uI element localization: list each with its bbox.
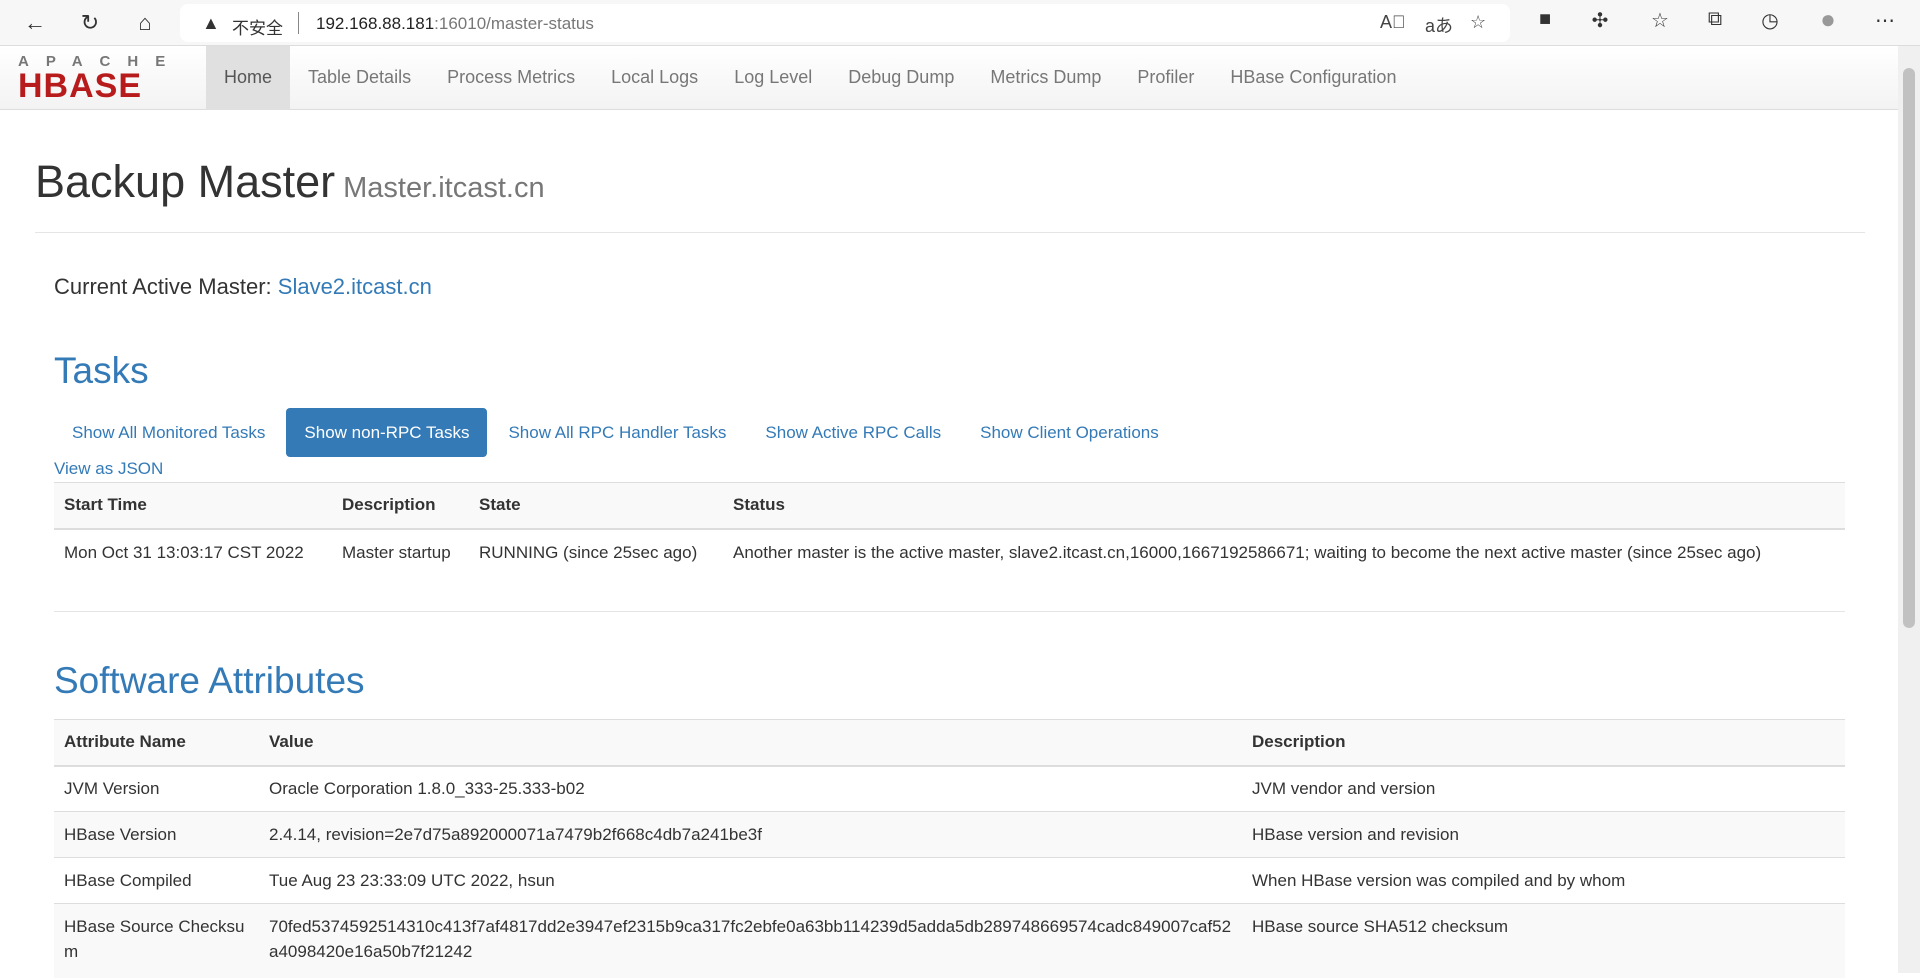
divider: [35, 232, 1865, 233]
cell: JVM vendor and version: [1242, 766, 1845, 812]
divider: [54, 611, 1845, 612]
scrollbar[interactable]: [1898, 46, 1920, 973]
tab-non-rpc-tasks[interactable]: Show non-RPC Tasks: [286, 408, 487, 457]
tab-client-operations[interactable]: Show Client Operations: [962, 408, 1177, 457]
software-attributes-heading: Software Attributes: [54, 660, 365, 702]
home-icon[interactable]: ⌂: [130, 8, 160, 38]
nav-local-logs[interactable]: Local Logs: [593, 46, 716, 110]
cell: JVM Version: [54, 766, 259, 812]
nav-menu: Home Table Details Process Metrics Local…: [206, 46, 1414, 110]
tab-active-rpc-calls[interactable]: Show Active RPC Calls: [747, 408, 959, 457]
nav-metrics-dump[interactable]: Metrics Dump: [972, 46, 1119, 110]
more-icon[interactable]: ⋯: [1870, 8, 1900, 33]
cell: 2.4.14, revision=2e7d75a892000071a7479b2…: [259, 812, 1242, 858]
extension-icon[interactable]: ■: [1530, 8, 1560, 31]
translate-icon[interactable]: aあ: [1425, 12, 1453, 38]
cell: Master startup: [332, 529, 469, 575]
hbase-logo[interactable]: APACHE HBASE: [18, 54, 188, 102]
table-row: Mon Oct 31 13:03:17 CST 2022Master start…: [54, 529, 1845, 575]
scrollbar-thumb[interactable]: [1903, 68, 1915, 628]
tab-rpc-handler-tasks[interactable]: Show All RPC Handler Tasks: [490, 408, 744, 457]
cell: Oracle Corporation 1.8.0_333-25.333-b02: [259, 766, 1242, 812]
view-as-json-link[interactable]: View as JSON: [54, 459, 163, 479]
tasks-heading: Tasks: [54, 350, 149, 392]
cell: Another master is the active master, sla…: [723, 529, 1845, 575]
avatar[interactable]: ●: [1813, 4, 1843, 35]
navbar: APACHE HBASE Home Table Details Process …: [0, 46, 1898, 110]
table-row: HBase Version2.4.14, revision=2e7d75a892…: [54, 812, 1845, 858]
table-row: JVM VersionOracle Corporation 1.8.0_333-…: [54, 766, 1845, 812]
browser-toolbar: ← ↻ ⌂ ▲ 不安全 192.168.88.181:16010/master-…: [0, 0, 1920, 46]
page-title: Backup MasterMaster.itcast.cn: [35, 156, 545, 208]
table-row: HBase Source Checksum70fed5374592514310c…: [54, 904, 1845, 978]
active-master: Current Active Master: Slave2.itcast.cn: [54, 274, 432, 300]
nav-process-metrics[interactable]: Process Metrics: [429, 46, 593, 110]
column-header: Description: [332, 483, 469, 529]
column-header: Description: [1242, 720, 1845, 766]
cell: Tue Aug 23 23:33:09 UTC 2022, hsun: [259, 858, 1242, 904]
nav-profiler[interactable]: Profiler: [1119, 46, 1212, 110]
nav-home[interactable]: Home: [206, 46, 290, 110]
tasks-table: Start TimeDescriptionStateStatus Mon Oct…: [54, 482, 1845, 575]
collections-icon[interactable]: ⧉: [1700, 8, 1730, 31]
cell: HBase Version: [54, 812, 259, 858]
favorite-add-icon[interactable]: ☆: [1470, 12, 1486, 33]
insecure-label: 不安全: [232, 14, 283, 39]
software-attributes-table: Attribute NameValueDescription JVM Versi…: [54, 719, 1845, 978]
column-header: Status: [723, 483, 1845, 529]
favorites-icon[interactable]: ☆: [1645, 8, 1675, 33]
column-header: Value: [259, 720, 1242, 766]
column-header: State: [469, 483, 723, 529]
back-icon[interactable]: ←: [20, 8, 50, 38]
cell: HBase Source Checksum: [54, 904, 259, 978]
url-text: 192.168.88.181:16010/master-status: [316, 14, 594, 34]
nav-log-level[interactable]: Log Level: [716, 46, 830, 110]
warning-icon: ▲: [202, 13, 220, 34]
task-tabs: Show All Monitored Tasks Show non-RPC Ta…: [54, 408, 1180, 457]
tab-all-monitored-tasks[interactable]: Show All Monitored Tasks: [54, 408, 283, 457]
cell: RUNNING (since 25sec ago): [469, 529, 723, 575]
nav-debug-dump[interactable]: Debug Dump: [830, 46, 972, 110]
table-row: HBase CompiledTue Aug 23 23:33:09 UTC 20…: [54, 858, 1845, 904]
column-header: Start Time: [54, 483, 332, 529]
active-master-link[interactable]: Slave2.itcast.cn: [278, 274, 432, 299]
divider: [298, 12, 299, 34]
reload-icon[interactable]: ↻: [75, 8, 105, 38]
history-icon[interactable]: ◷: [1755, 8, 1785, 33]
cell: HBase version and revision: [1242, 812, 1845, 858]
cell: Mon Oct 31 13:03:17 CST 2022: [54, 529, 332, 575]
page-subtitle: Master.itcast.cn: [343, 172, 544, 204]
extensions-icon[interactable]: ✣: [1585, 8, 1615, 33]
column-header: Attribute Name: [54, 720, 259, 766]
address-bar[interactable]: ▲ 不安全 192.168.88.181:16010/master-status…: [180, 4, 1510, 42]
cell: 70fed5374592514310c413f7af4817dd2e3947ef…: [259, 904, 1242, 978]
cell: HBase source SHA512 checksum: [1242, 904, 1845, 978]
cell: When HBase version was compiled and by w…: [1242, 858, 1845, 904]
read-aloud-icon[interactable]: A᪶: [1380, 12, 1406, 33]
nav-hbase-configuration[interactable]: HBase Configuration: [1212, 46, 1414, 110]
nav-table-details[interactable]: Table Details: [290, 46, 429, 110]
cell: HBase Compiled: [54, 858, 259, 904]
